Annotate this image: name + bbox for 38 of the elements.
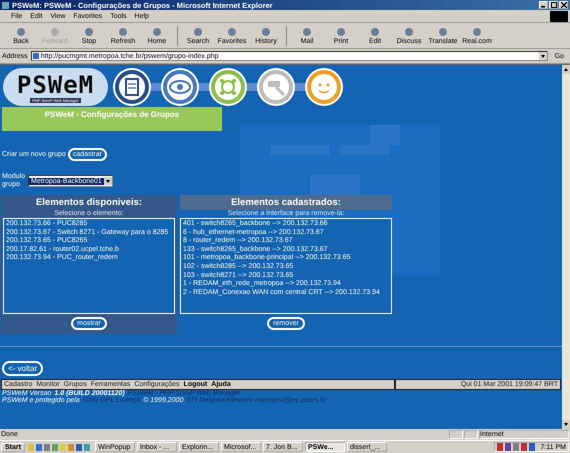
circle-icon [49,26,61,36]
close-button[interactable] [559,1,568,9]
hammer-icon[interactable] [256,67,296,107]
panel-title: Elementos disponiveis: [34,196,144,210]
interface-list[interactable] [180,218,392,314]
circle-icon [301,26,313,36]
return-button[interactable]: <- voltar [2,361,44,376]
circle-icon [437,26,449,36]
quick-launch-icons[interactable] [26,442,93,452]
circle-icon [151,26,163,36]
document-icon[interactable] [112,67,152,107]
circle-icon [471,26,483,36]
circle-icon [403,26,415,36]
circle-icon [192,26,204,36]
page-header: PSWeM - Configurações de Grupos [2,107,222,131]
minimize-button[interactable] [539,1,548,9]
network-icon[interactable] [208,67,248,107]
circle-icon [83,26,95,36]
dropdown-arrow-icon[interactable] [538,52,547,60]
scroll-down-icon[interactable] [562,420,570,429]
tray-icons[interactable] [497,443,538,451]
maximize-icon [550,2,556,8]
windows-logo-icon [550,10,568,22]
circle-icon [260,26,272,36]
page-icon [32,53,39,59]
maximize-button[interactable] [549,1,558,9]
page-icon [2,2,9,8]
circle-icon [117,26,129,36]
panel-title: Elementos cadastrados: [180,195,392,210]
eye-icon[interactable] [160,67,200,107]
circle-icon [335,26,347,36]
close-icon [560,2,566,8]
circle-icon [226,26,238,36]
smiley-icon[interactable] [304,67,344,107]
circle-icon [15,26,27,36]
scroll-up-icon[interactable] [562,65,570,74]
circle-icon [369,26,381,36]
scrollbar[interactable] [562,65,570,429]
